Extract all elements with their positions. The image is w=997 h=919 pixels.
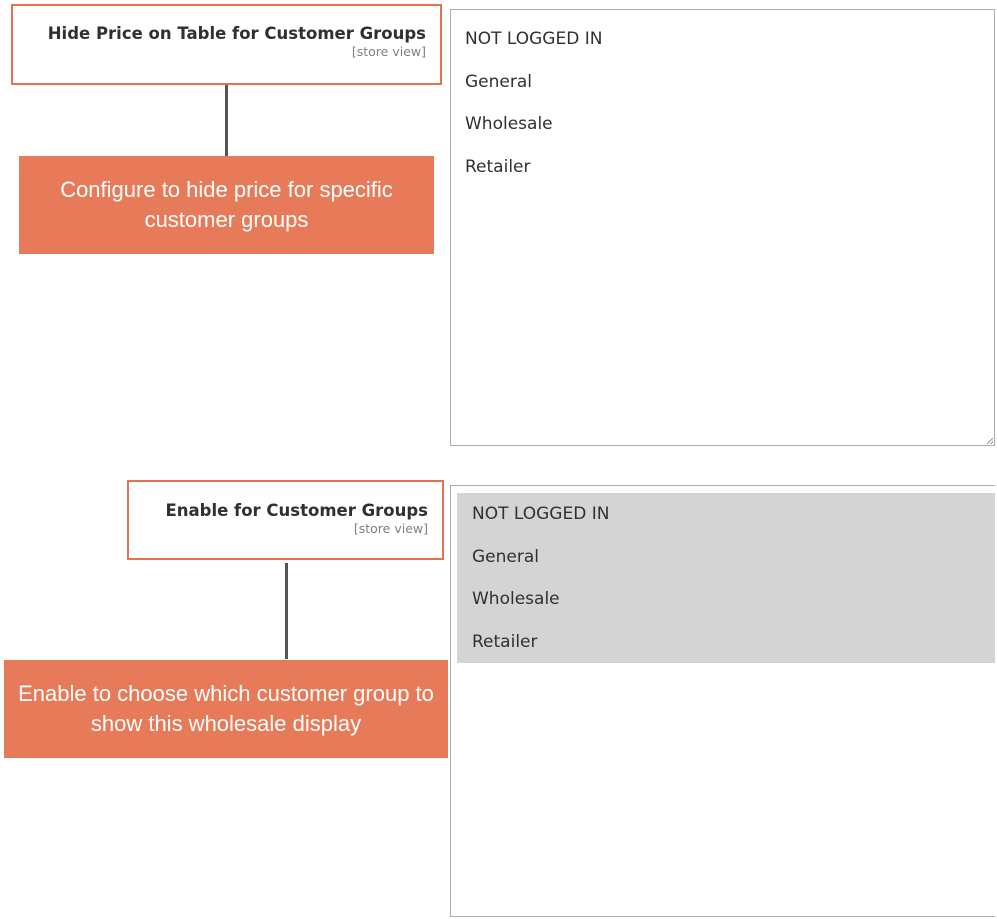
options-list: NOT LOGGED IN General Wholesale Retailer: [457, 493, 995, 663]
hide-price-field-label: Hide Price on Table for Customer Groups …: [11, 4, 442, 85]
callout-hide-price: Configure to hide price for specific cus…: [19, 156, 434, 254]
option-general[interactable]: General: [457, 536, 995, 579]
store-view-scope: [store view]: [353, 521, 428, 536]
field-label-title: Enable for Customer Groups: [165, 501, 428, 520]
store-view-scope: [store view]: [351, 44, 426, 59]
callout-text: Configure to hide price for specific cus…: [60, 177, 393, 232]
option-general[interactable]: General: [451, 61, 994, 104]
callout-enable-groups: Enable to choose which customer group to…: [4, 660, 448, 758]
connector-line: [285, 563, 288, 659]
connector-line: [225, 85, 228, 157]
field-label-title: Hide Price on Table for Customer Groups: [47, 24, 426, 43]
enable-customer-groups-multiselect[interactable]: NOT LOGGED IN General Wholesale Retailer: [450, 485, 995, 917]
option-retailer[interactable]: Retailer: [457, 621, 995, 664]
option-not-logged-in[interactable]: NOT LOGGED IN: [457, 493, 995, 536]
option-retailer[interactable]: Retailer: [451, 146, 994, 189]
enable-groups-field-label: Enable for Customer Groups [store view]: [127, 480, 444, 560]
callout-text: Enable to choose which customer group to…: [18, 681, 434, 736]
option-wholesale[interactable]: Wholesale: [451, 103, 994, 146]
option-wholesale[interactable]: Wholesale: [457, 578, 995, 621]
resize-grip-icon[interactable]: [987, 438, 993, 444]
hide-price-customer-groups-multiselect[interactable]: NOT LOGGED IN General Wholesale Retailer: [450, 9, 995, 446]
option-not-logged-in[interactable]: NOT LOGGED IN: [451, 18, 994, 61]
options-list: NOT LOGGED IN General Wholesale Retailer: [451, 18, 994, 188]
